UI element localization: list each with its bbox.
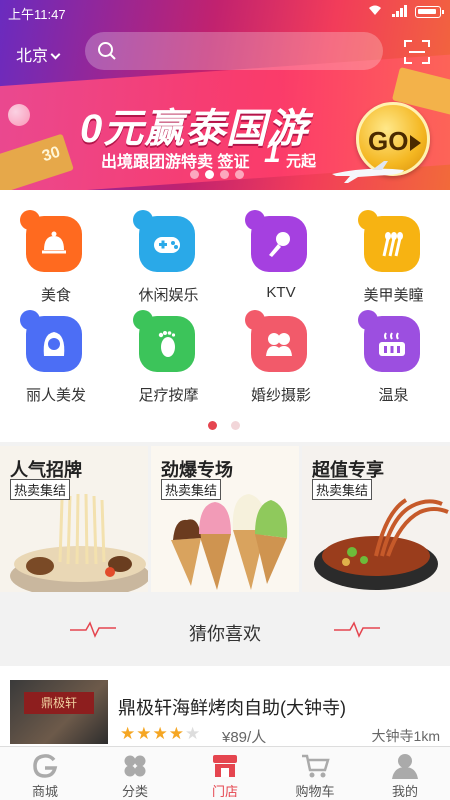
status-bar: 上午11:47	[0, 0, 450, 24]
category-clover-icon	[124, 755, 146, 777]
list-item[interactable]: 鼎极轩 鼎极轩海鲜烤肉自助(大钟寺) ★★★★★ ¥89/人 大钟寺1km	[0, 666, 450, 746]
category-item[interactable]: 美甲美瞳	[338, 190, 450, 304]
city-label: 北京	[16, 48, 49, 65]
woman-hair-icon	[20, 310, 82, 372]
app-screen: 30 上午11:47 北京 0元赢泰国游 出境跟团游特卖 签证 1 元起 GO	[0, 0, 450, 800]
bottom-nav: 商城 分类 门店 购物车 我的	[0, 746, 450, 800]
category-label: 温泉	[378, 387, 409, 404]
signal-icon	[392, 5, 407, 17]
rating-stars: ★★★★★	[120, 724, 202, 743]
foot-icon	[132, 310, 195, 372]
battery-icon	[415, 6, 444, 18]
nail-polish-icon	[357, 210, 420, 272]
category-label: 足疗按摩	[138, 387, 199, 404]
nav-item-category[interactable]: 分类	[90, 747, 180, 800]
category-label: 婚纱摄影	[250, 387, 311, 404]
nav-item-store[interactable]: 门店	[180, 747, 270, 800]
category-item[interactable]: 美食	[0, 190, 112, 304]
status-time: 上午11:47	[8, 7, 66, 22]
scan-icon[interactable]	[404, 40, 430, 64]
promo-banner[interactable]: 30 上午11:47 北京 0元赢泰国游 出境跟团游特卖 签证 1 元起 GO	[0, 0, 450, 190]
promo-price-suffix: 元起	[286, 153, 317, 170]
feature-tag: 热卖集结	[161, 479, 222, 500]
category-item[interactable]: 足疗按摩	[113, 290, 225, 404]
feature-card-value[interactable]: 超值专享 热卖集结	[302, 446, 450, 592]
nav-item-profile[interactable]: 我的	[360, 747, 450, 800]
cloche-icon	[20, 210, 82, 272]
feature-tag: 热卖集结	[312, 479, 373, 500]
pager-dot	[235, 170, 244, 179]
category-item[interactable]: 丽人美发	[0, 290, 112, 404]
city-selector[interactable]: 北京	[16, 42, 61, 66]
chevron-down-icon	[50, 49, 61, 60]
restaurant-sign: 鼎极轩	[24, 692, 94, 714]
pager-dot-active	[208, 421, 217, 430]
nav-item-cart[interactable]: 购物车	[270, 747, 360, 800]
guess-you-like-header: 猜你喜欢	[0, 600, 450, 658]
category-item[interactable]: 婚纱摄影	[225, 290, 337, 404]
feature-tag: 热卖集结	[10, 479, 71, 500]
pager-dot	[231, 421, 240, 430]
search-input[interactable]	[85, 32, 383, 70]
store-icon	[213, 755, 237, 777]
section-title: 猜你喜欢	[189, 624, 261, 644]
mall-g-icon	[33, 754, 58, 778]
microphone-icon	[245, 210, 307, 272]
promo-price: 1	[264, 136, 281, 169]
pager-dot-active	[205, 170, 214, 179]
feature-card-hot[interactable]: 劲爆专场 热卖集结	[151, 446, 299, 592]
category-grid: 美食 休闲娱乐 KTV 美甲美瞳丽人美发 足疗按摩 婚纱摄影 温泉	[0, 190, 450, 442]
cart-icon	[302, 754, 330, 778]
pager-dot	[190, 170, 199, 179]
category-item[interactable]: KTV	[225, 190, 337, 301]
distance: 大钟寺1km	[371, 728, 440, 744]
gamepad-icon	[132, 210, 195, 272]
category-label: 丽人美发	[25, 387, 86, 404]
couple-icon	[245, 310, 307, 372]
category-item[interactable]: 休闲娱乐	[113, 190, 225, 304]
category-item[interactable]: 温泉	[338, 290, 450, 404]
search-icon	[98, 42, 116, 60]
wifi-icon	[369, 5, 381, 15]
price-per-person: ¥89/人	[222, 729, 267, 746]
restaurant-name: 鼎极轩海鲜烤肉自助(大钟寺)	[118, 698, 346, 718]
feature-card-popular[interactable]: 人气招牌 热卖集结	[0, 446, 148, 592]
profile-icon	[392, 754, 418, 779]
bubble-decoration	[8, 104, 30, 126]
restaurant-thumbnail: 鼎极轩	[10, 680, 108, 744]
play-arrow-icon	[410, 135, 421, 151]
banner-pager	[190, 170, 244, 179]
heartbeat-icon	[334, 621, 380, 638]
promo-subtitle: 出境跟团游特卖 签证	[101, 154, 250, 171]
grid-pager	[208, 421, 240, 430]
feature-cards: 人气招牌 热卖集结 劲爆专场 热卖集结 超值专享 热卖集结	[0, 446, 450, 592]
nav-item-mall[interactable]: 商城	[0, 747, 90, 800]
hot-spring-icon	[357, 310, 420, 372]
pager-dot	[220, 170, 229, 179]
airplane-icon	[332, 161, 404, 183]
